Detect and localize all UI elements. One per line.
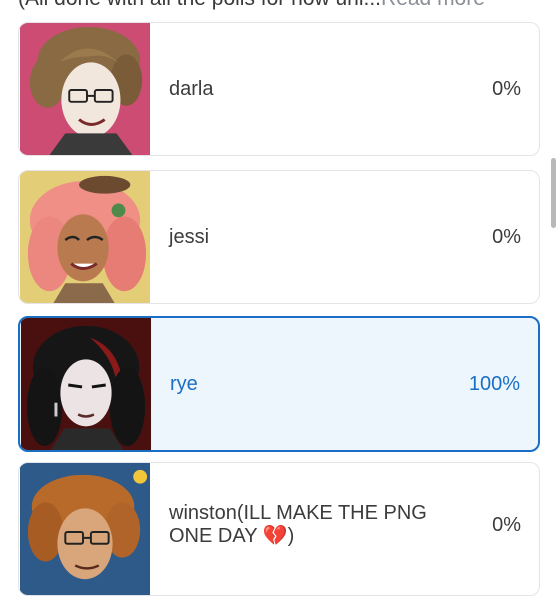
darla-avatar-icon	[19, 23, 151, 155]
scrollbar[interactable]	[551, 158, 556, 228]
option-avatar-image	[20, 318, 152, 450]
option-label: winston(ILL MAKE THE PNG ONE DAY 💔)	[169, 502, 427, 547]
option-label: rye	[170, 372, 198, 395]
option-percent: 100%	[468, 372, 520, 395]
read-more-link[interactable]: Read more	[381, 0, 485, 10]
poll-description-text: (All done with all the polls for now unl…	[18, 0, 381, 10]
option-percent: 0%	[492, 225, 521, 248]
poll-option-rye[interactable]: rye 100%	[18, 316, 540, 452]
option-percent: 0%	[492, 77, 521, 100]
poll-description: (All done with all the polls for now unl…	[18, 0, 548, 10]
option-avatar-image	[19, 463, 151, 595]
poll-option-jessi[interactable]: jessi 0%	[18, 170, 540, 304]
option-label: darla	[169, 77, 214, 100]
rye-avatar-icon	[20, 318, 152, 450]
option-avatar-image	[19, 23, 151, 155]
winston-avatar-icon	[19, 463, 151, 595]
poll-option-winston[interactable]: winston(ILL MAKE THE PNG ONE DAY 💔) 0%	[18, 462, 540, 596]
option-percent: 0%	[492, 513, 521, 536]
option-avatar-image	[19, 171, 151, 303]
option-label: jessi	[169, 225, 210, 248]
poll-option-darla[interactable]: darla 0%	[18, 22, 540, 156]
jessi-avatar-icon	[19, 171, 151, 303]
